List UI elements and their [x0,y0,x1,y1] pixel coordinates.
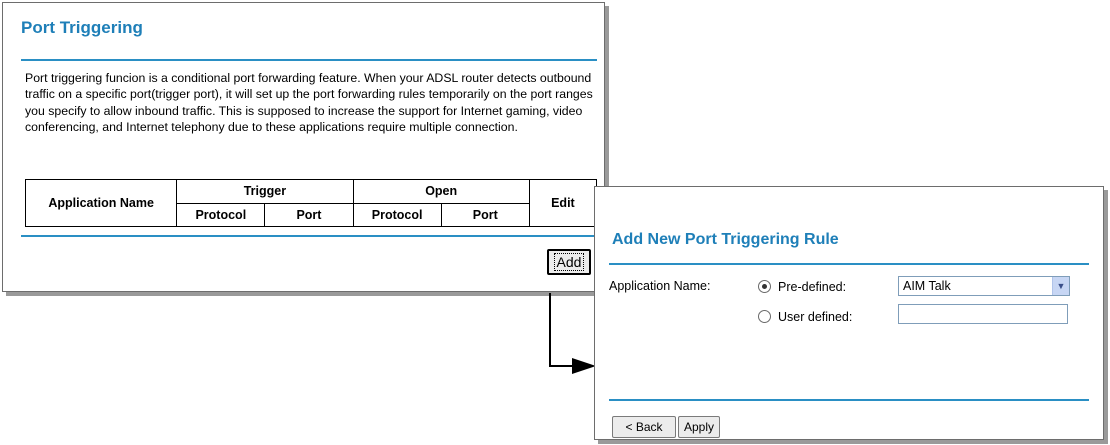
predefined-application-select[interactable]: AIM Talk ▼ [898,276,1070,296]
add-rule-bottom-divider [609,399,1089,401]
selected-application: AIM Talk [903,279,951,293]
add-rule-title: Add New Port Triggering Rule [612,231,839,248]
chevron-down-icon[interactable]: ▼ [1052,277,1069,295]
predefined-label: Pre-defined: [778,280,847,294]
back-button[interactable]: < Back [612,416,676,438]
application-name-label: Application Name: [609,279,711,293]
user-defined-input[interactable] [898,304,1068,324]
predefined-radio[interactable] [758,280,771,293]
user-defined-radio[interactable] [758,310,771,323]
add-rule-top-divider [609,263,1089,265]
apply-button[interactable]: Apply [678,416,720,438]
apply-button-label: Apply [683,420,715,434]
back-button-label: < Back [625,420,663,434]
user-defined-label: User defined: [778,310,853,324]
